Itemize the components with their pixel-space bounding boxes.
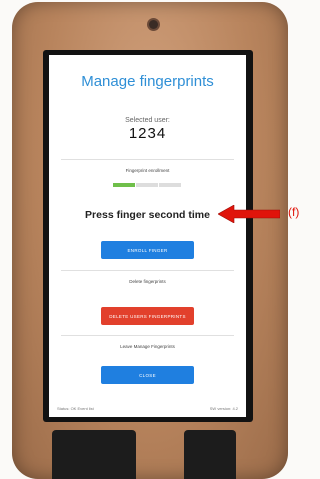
page-title: Manage fingerprints [81,73,214,90]
card-slot-right [184,430,236,479]
divider [61,159,234,160]
divider [61,335,234,336]
selected-user-value: 1234 [128,125,167,142]
enroll-finger-button[interactable]: ENROLL FINGER [101,241,194,259]
leave-section-label: Leave Manage Fingerprints [120,344,175,349]
delete-fingerprints-button[interactable]: DELETE USERS FINGERPRINTS [101,307,194,325]
annotation-label: (f) [288,205,300,219]
version-footer: SW version: 4.2 [209,406,238,411]
selected-user-label: Selected user: [125,117,170,124]
progress-segment-separator [135,183,136,187]
status-message: Press finger second time [85,209,210,221]
enrollment-label: Fingerprint enrollment [125,168,170,173]
divider [61,270,234,271]
touch-screen: Manage fingerprints Selected user: 1234 … [49,55,246,417]
status-footer: Status: OK Event list [57,406,94,411]
card-slot-left [52,430,136,479]
delete-section-label: Delete fingerprints [129,279,166,284]
progress-segment-separator [158,183,159,187]
pointer-arrow-icon [218,205,280,223]
enrollment-progress-fill [113,183,135,187]
camera-icon [149,20,158,29]
close-button[interactable]: CLOSE [101,366,194,384]
